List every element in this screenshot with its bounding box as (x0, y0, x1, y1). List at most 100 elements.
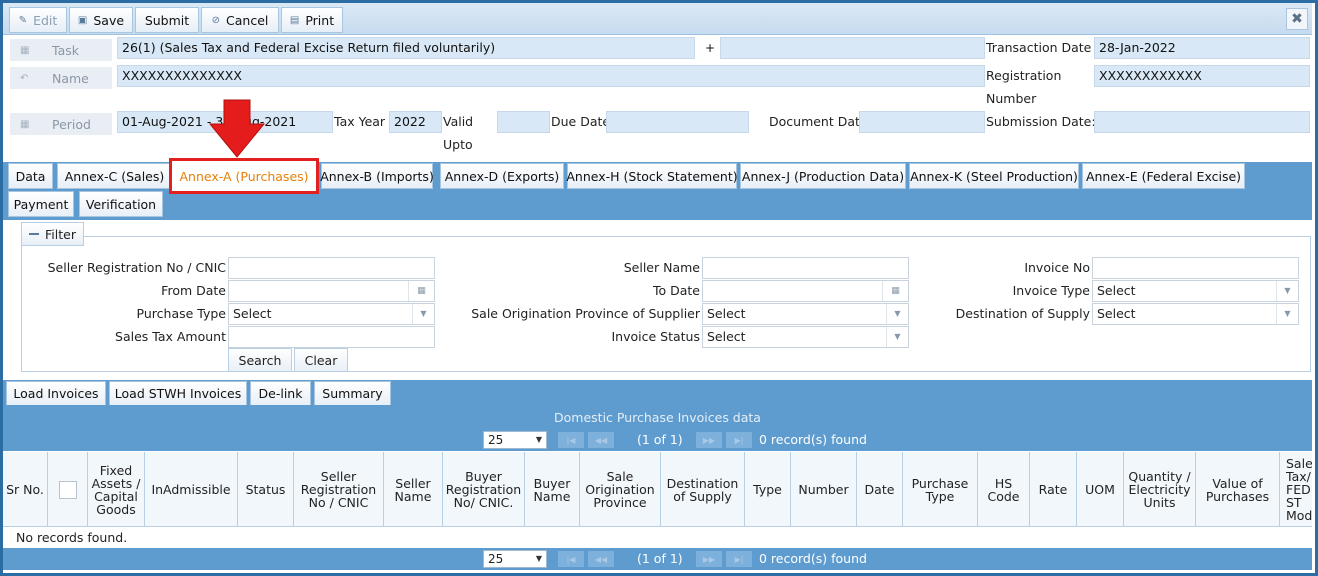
tab-annex-e[interactable]: Annex-E (Federal Excise) (1082, 163, 1245, 189)
chevron-down-icon[interactable]: ▼ (1276, 281, 1298, 301)
document-date-field[interactable] (859, 111, 985, 133)
summary-button[interactable]: Summary (314, 381, 391, 406)
col-date[interactable]: Date (857, 452, 903, 526)
col-select-all[interactable] (48, 452, 88, 526)
prev-page-icon[interactable]: ◀◀ (588, 432, 614, 448)
chevron-down-icon[interactable]: ▼ (412, 304, 434, 324)
task-extra-field[interactable] (720, 37, 985, 59)
col-buyer-registration[interactable]: Buyer Registration No/ CNIC. (443, 452, 525, 526)
page-size-select[interactable]: 25 ▼ (483, 431, 547, 449)
close-icon[interactable]: ✖ (1286, 8, 1308, 30)
col-uom[interactable]: UOM (1077, 452, 1124, 526)
clear-button[interactable]: Clear (294, 348, 348, 372)
tab-data[interactable]: Data (8, 163, 53, 189)
plus-sign: + (705, 41, 716, 55)
col-rate[interactable]: Rate (1030, 452, 1077, 526)
col-value-of-purchases[interactable]: Value of Purchases (1196, 452, 1280, 526)
tab-annex-b[interactable]: Annex-B (Imports) (320, 163, 434, 189)
from-date-label: From Date (161, 283, 226, 298)
cancel-button[interactable]: ⊘ Cancel (201, 7, 279, 33)
sales-tax-amount-input[interactable] (228, 326, 435, 348)
invoice-type-select[interactable]: Select ▼ (1092, 280, 1299, 302)
page-info-bottom: (1 of 1) (637, 551, 683, 566)
tab-annex-a[interactable]: Annex-A (Purchases) (169, 158, 319, 194)
origin-province-value: Select (707, 306, 746, 321)
top-pager: 25 ▼ |◀ ◀◀ (1 of 1) ▶▶ ▶| 0 record(s) fou… (3, 429, 1312, 451)
col-type[interactable]: Type (745, 452, 791, 526)
to-date-input[interactable]: ▦ (702, 280, 909, 302)
first-page-icon[interactable]: |◀ (558, 432, 584, 448)
task-label-text: Task (52, 42, 79, 58)
tab-annex-d[interactable]: Annex-D (Exports) (440, 163, 564, 189)
load-stwh-invoices-button[interactable]: Load STWH Invoices (109, 381, 247, 406)
de-link-button[interactable]: De-link (250, 381, 311, 406)
task-field[interactable]: 26(1) (Sales Tax and Federal Excise Retu… (117, 37, 695, 59)
record-count-bottom: 0 record(s) found (759, 551, 867, 566)
col-seller-registration[interactable]: Seller Registration No / CNIC (294, 452, 384, 526)
next-page-icon[interactable]: ▶▶ (696, 432, 722, 448)
valid-upto-field[interactable] (497, 111, 550, 133)
col-origin-province[interactable]: Sale Origination Province (580, 452, 661, 526)
col-fixed-assets[interactable]: Fixed Assets / Capital Goods (88, 452, 145, 526)
printer-icon: ▤ (289, 14, 300, 26)
save-button[interactable]: ▣ Save (69, 7, 133, 33)
tab-verification[interactable]: Verification (79, 191, 163, 217)
period-field[interactable]: 01-Aug-2021 - 31-Aug-2021 (117, 111, 333, 133)
prev-page-icon[interactable]: ◀◀ (588, 551, 614, 567)
col-destination[interactable]: Destination of Supply (661, 452, 745, 526)
chevron-down-icon[interactable]: ▼ (1276, 304, 1298, 324)
invoice-status-select[interactable]: Select ▼ (702, 326, 909, 348)
col-hs-code[interactable]: HS Code (978, 452, 1030, 526)
page-size-select-bottom[interactable]: 25 ▼ (483, 550, 547, 568)
grid-caption: Domestic Purchase Invoices data (3, 405, 1312, 429)
search-button[interactable]: Search (228, 348, 292, 372)
seller-registration-input[interactable] (228, 257, 435, 279)
col-buyer-name[interactable]: Buyer Name (525, 452, 580, 526)
tab-payment[interactable]: Payment (8, 191, 74, 217)
chevron-down-icon[interactable]: ▼ (886, 304, 908, 324)
task-label: ▦ Task (10, 39, 112, 61)
filter-toggle[interactable]: Filter (21, 222, 84, 246)
last-page-icon[interactable]: ▶| (726, 551, 752, 567)
transaction-date-field[interactable]: 28-Jan-2022 (1094, 37, 1310, 59)
col-number[interactable]: Number (791, 452, 857, 526)
col-purchase-type[interactable]: Purchase Type (903, 452, 978, 526)
tab-annex-c[interactable]: Annex-C (Sales) (57, 163, 172, 189)
last-page-icon[interactable]: ▶| (726, 432, 752, 448)
select-all-checkbox[interactable] (58, 480, 77, 499)
invoice-no-input[interactable] (1092, 257, 1299, 279)
from-date-input[interactable]: ▦ (228, 280, 435, 302)
col-sales-tax[interactable]: Sales Tax/ FED in ST Mode (1280, 452, 1312, 526)
seller-name-input[interactable] (702, 257, 909, 279)
col-inadmissible[interactable]: InAdmissible (145, 452, 238, 526)
first-page-icon[interactable]: |◀ (558, 551, 584, 567)
name-label: ↶ Name (10, 67, 112, 89)
print-button[interactable]: ▤ Print (281, 7, 343, 33)
invoice-status-label: Invoice Status (611, 329, 701, 344)
origin-province-select[interactable]: Select ▼ (702, 303, 909, 325)
col-status[interactable]: Status (238, 452, 294, 526)
tab-annex-h[interactable]: Annex-H (Stock Statement) (566, 163, 738, 189)
sales-tax-amount-label: Sales Tax Amount (115, 329, 226, 344)
col-sr-no[interactable]: Sr No. (3, 452, 48, 526)
tax-year-field[interactable]: 2022 (389, 111, 442, 133)
due-date-field[interactable] (606, 111, 749, 133)
registration-field[interactable]: XXXXXXXXXXXX (1094, 65, 1310, 87)
name-field[interactable]: XXXXXXXXXXXXXX (117, 65, 985, 87)
tab-annex-j[interactable]: Annex-J (Production Data) (740, 163, 906, 189)
valid-label-line1: Valid (443, 114, 474, 129)
col-seller-name[interactable]: Seller Name (384, 452, 443, 526)
invoice-type-value: Select (1097, 283, 1136, 298)
calendar-icon[interactable]: ▦ (882, 281, 908, 301)
edit-button[interactable]: ✎ Edit (9, 7, 67, 33)
calendar-icon[interactable]: ▦ (408, 281, 434, 301)
next-page-icon[interactable]: ▶▶ (696, 551, 722, 567)
purchase-type-select[interactable]: Select ▼ (228, 303, 435, 325)
tab-annex-k[interactable]: Annex-K (Steel Production) (909, 163, 1079, 189)
col-quantity[interactable]: Quantity / Electricity Units (1124, 452, 1196, 526)
submission-date-field[interactable] (1094, 111, 1310, 133)
submit-button[interactable]: Submit (135, 7, 199, 33)
load-invoices-button[interactable]: Load Invoices (6, 381, 106, 406)
destination-select[interactable]: Select ▼ (1092, 303, 1299, 325)
chevron-down-icon[interactable]: ▼ (886, 327, 908, 347)
